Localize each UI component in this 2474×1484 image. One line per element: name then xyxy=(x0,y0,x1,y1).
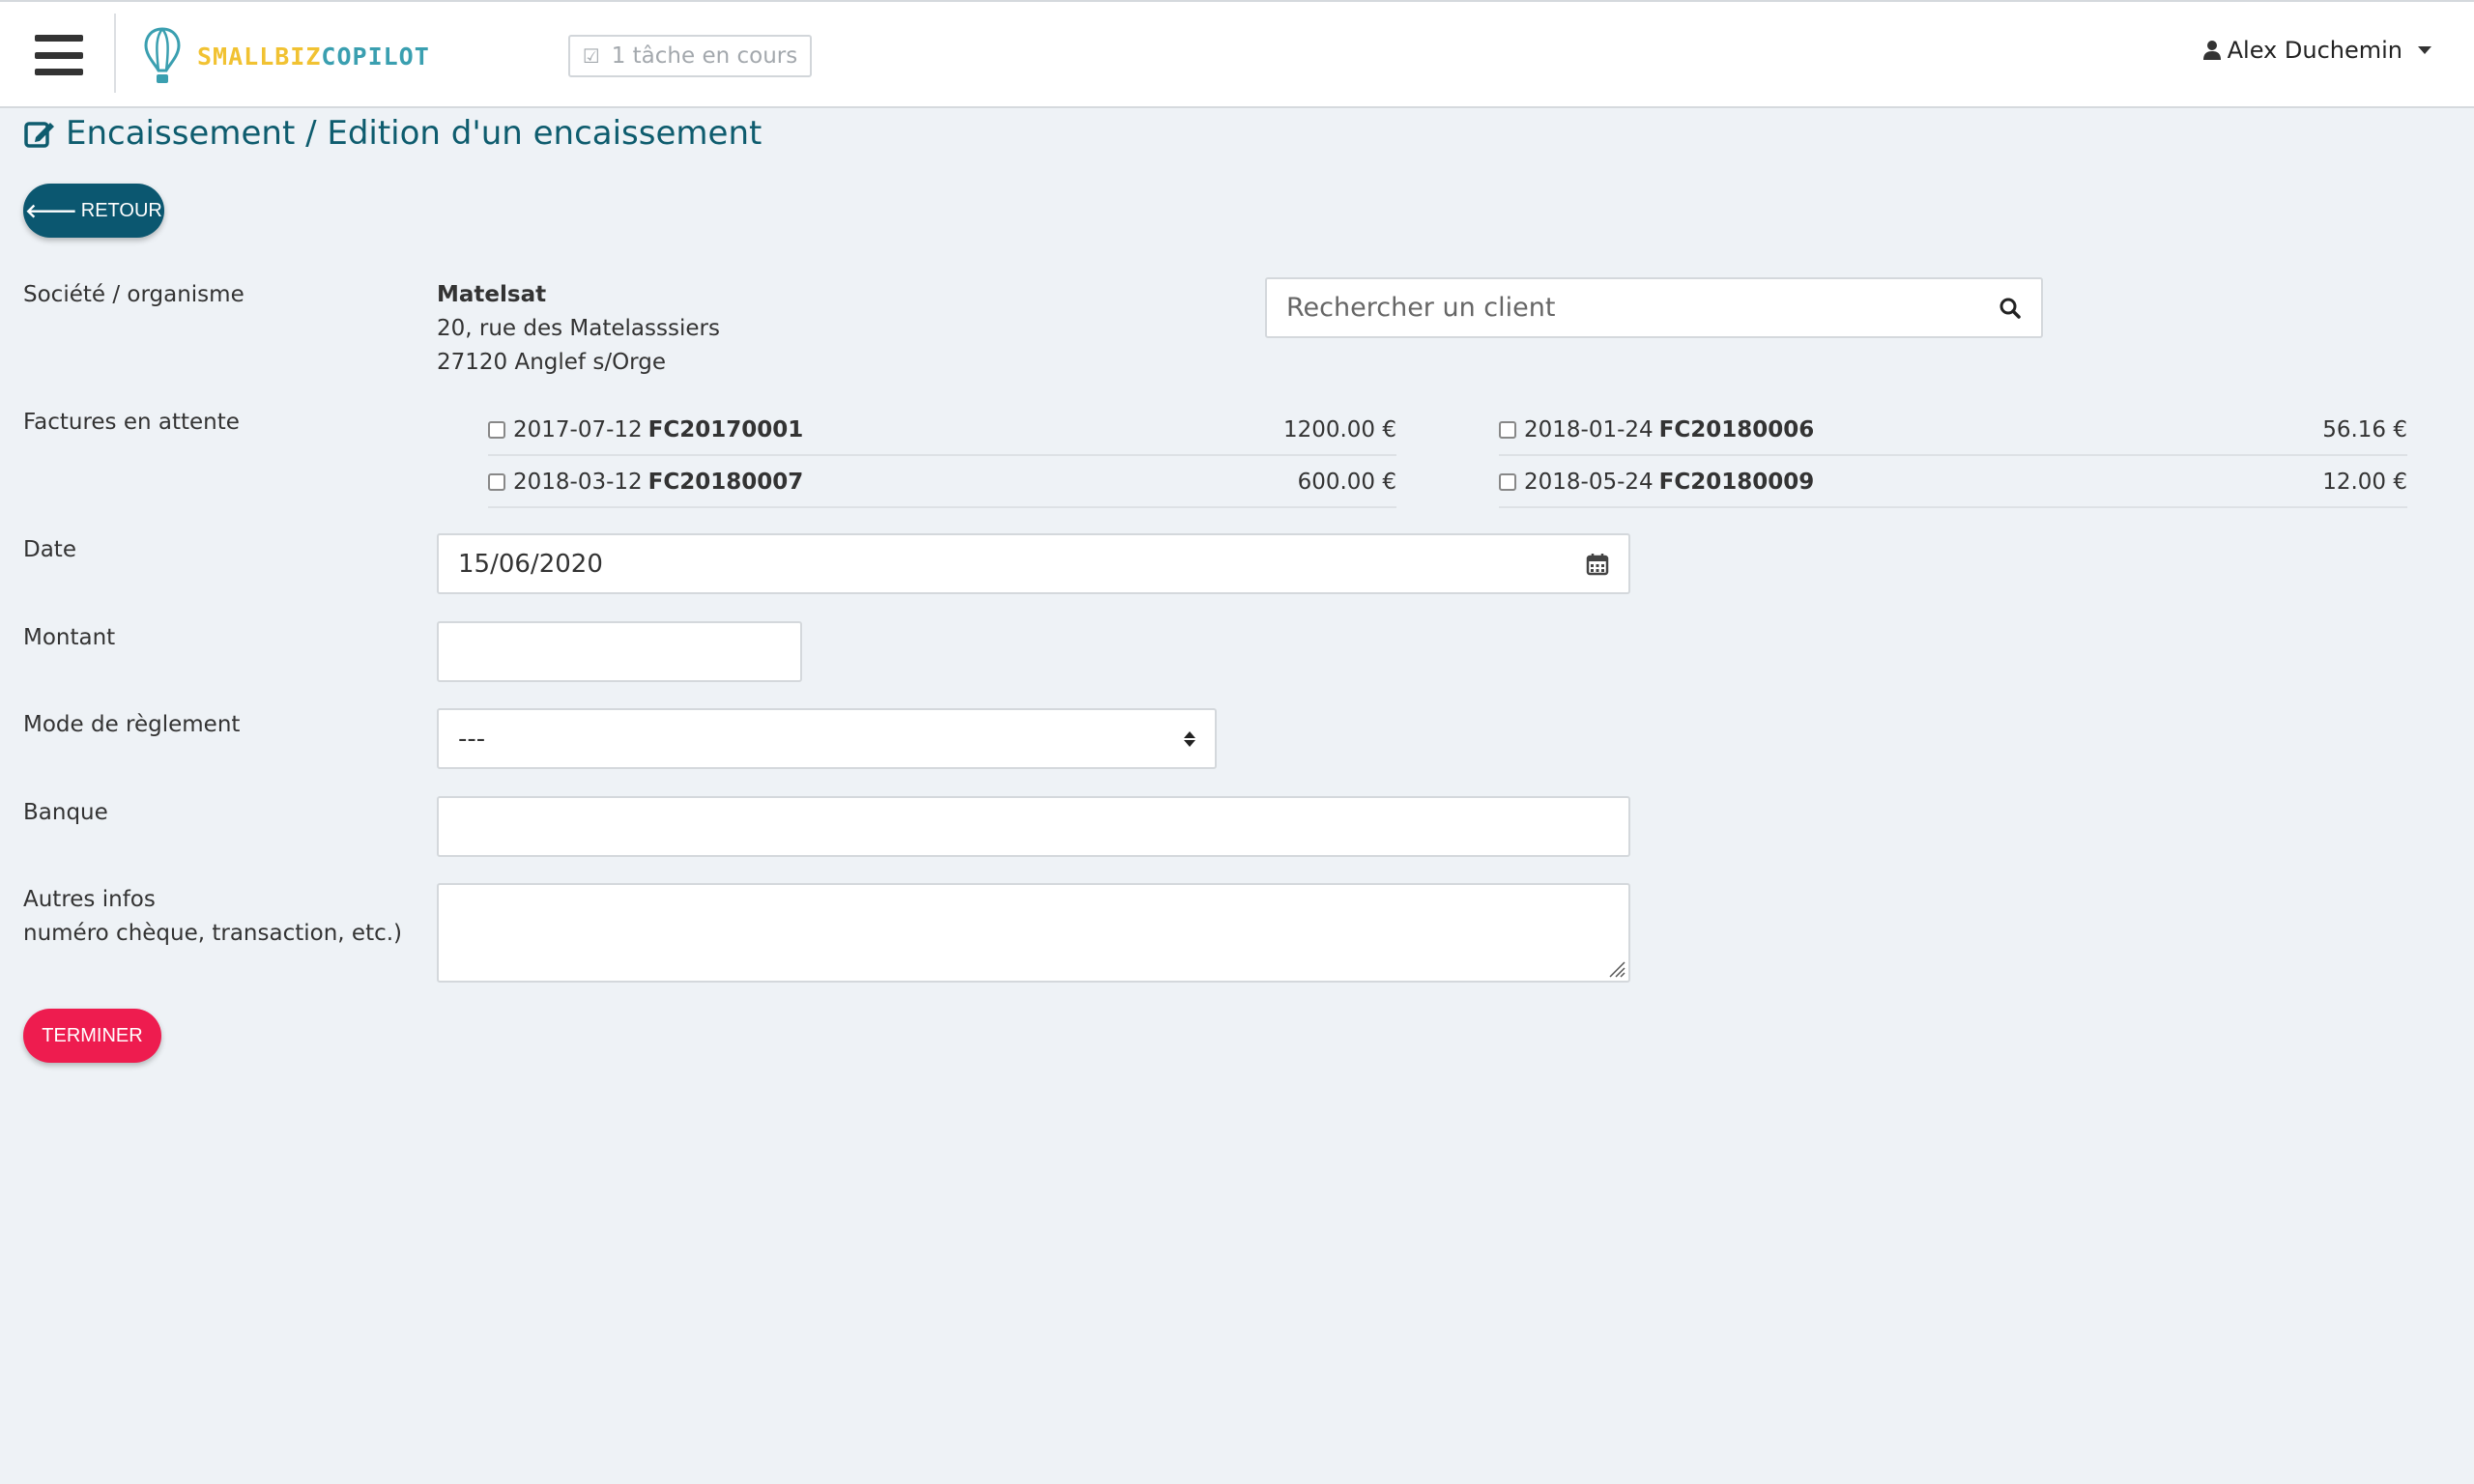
app-logo[interactable]: SMALLBIZCOPILOT xyxy=(143,25,430,87)
other-info-label-line1: Autres infos xyxy=(23,887,156,912)
invoice-checkbox[interactable] xyxy=(1499,472,1516,491)
date-field[interactable]: 15/06/2020 xyxy=(437,533,1630,594)
invoice-checkbox[interactable] xyxy=(488,472,505,491)
back-button-label: RETOUR xyxy=(80,199,162,221)
top-navbar: SMALLBIZCOPILOT ☑ 1 tâche en cours Alex … xyxy=(0,0,2474,108)
payment-mode-value: --- xyxy=(458,724,486,754)
payment-mode-label: Mode de règlement xyxy=(23,712,241,737)
invoice-number: FC20180006 xyxy=(1658,416,1815,442)
search-icon[interactable] xyxy=(1999,297,2022,320)
calendar-icon[interactable] xyxy=(1586,553,1609,576)
invoice-date: 2018-01-24 xyxy=(1524,416,1654,442)
invoice-row[interactable]: 2018-01-24 FC20180006 56.16 € xyxy=(1499,405,2407,456)
page-title: Encaissement / Edition d'un encaissement xyxy=(23,114,762,153)
bank-label: Banque xyxy=(23,800,108,825)
bank-input[interactable] xyxy=(437,796,1630,857)
company-address-line1: 20, rue des Matelasssiers xyxy=(437,316,720,341)
company-address-line2: 27120 Anglef s/Orge xyxy=(437,350,666,375)
page-title-text: Encaissement / Edition d'un encaissement xyxy=(66,114,762,153)
company-details: Matelsat 20, rue des Matelasssiers 27120… xyxy=(437,278,720,380)
finish-button[interactable]: TERMINER xyxy=(23,1009,161,1063)
invoice-amount: 12.00 € xyxy=(2322,469,2407,495)
client-search-input[interactable] xyxy=(1286,293,1999,323)
date-label: Date xyxy=(23,537,76,562)
header-divider xyxy=(114,14,116,93)
invoice-checkbox[interactable] xyxy=(1499,420,1516,439)
edit-icon xyxy=(24,122,54,148)
back-button[interactable]: 🡐 RETOUR xyxy=(23,184,164,238)
invoice-date: 2018-05-24 xyxy=(1524,469,1654,495)
caret-down-icon xyxy=(2418,46,2431,54)
hamburger-menu-icon[interactable] xyxy=(35,35,83,75)
other-info-label-line2: numéro chèque, transaction, etc.) xyxy=(23,921,403,946)
pending-invoices-label: Factures en attente xyxy=(23,410,240,435)
invoice-date: 2018-03-12 xyxy=(513,469,643,495)
logo-text-copilot: COPILOT xyxy=(321,42,430,71)
invoice-amount: 1200.00 € xyxy=(1282,416,1396,442)
company-label: Société / organisme xyxy=(23,282,245,307)
invoice-checkbox[interactable] xyxy=(488,420,505,439)
other-info-textarea[interactable] xyxy=(437,883,1630,983)
user-icon xyxy=(2202,41,2221,60)
balloon-icon xyxy=(144,27,181,83)
invoice-amount: 56.16 € xyxy=(2322,416,2407,442)
invoice-number: FC20170001 xyxy=(647,416,804,442)
invoice-date: 2017-07-12 xyxy=(513,416,643,442)
invoice-row[interactable]: 2018-03-12 FC20180007 600.00 € xyxy=(488,457,1396,508)
select-arrows-icon xyxy=(1184,730,1195,747)
checkbox-check-icon: ☑ xyxy=(582,44,600,68)
amount-input[interactable] xyxy=(437,621,802,682)
invoice-row[interactable]: 2018-05-24 FC20180009 12.00 € xyxy=(1499,457,2407,508)
invoice-number: FC20180009 xyxy=(1658,469,1815,495)
task-status-button[interactable]: ☑ 1 tâche en cours xyxy=(568,35,812,77)
resize-grip-icon[interactable] xyxy=(1606,958,1625,978)
date-value: 15/06/2020 xyxy=(458,549,603,579)
invoice-number: FC20180007 xyxy=(647,469,804,495)
company-name: Matelsat xyxy=(437,282,547,307)
user-name: Alex Duchemin xyxy=(2227,37,2402,64)
arrow-left-icon: 🡐 xyxy=(25,200,77,222)
client-search-box[interactable] xyxy=(1265,277,2043,338)
amount-label: Montant xyxy=(23,625,116,650)
logo-text-smallbiz: SMALLBIZ xyxy=(197,42,322,71)
invoice-amount: 600.00 € xyxy=(1297,469,1396,495)
task-status-label: 1 tâche en cours xyxy=(611,43,798,69)
payment-mode-select[interactable]: --- xyxy=(437,708,1217,769)
invoice-row[interactable]: 2017-07-12 FC20170001 1200.00 € xyxy=(488,405,1396,456)
user-menu-dropdown[interactable]: Alex Duchemin xyxy=(2202,37,2431,64)
other-info-label: Autres infos numéro chèque, transaction,… xyxy=(23,883,402,951)
